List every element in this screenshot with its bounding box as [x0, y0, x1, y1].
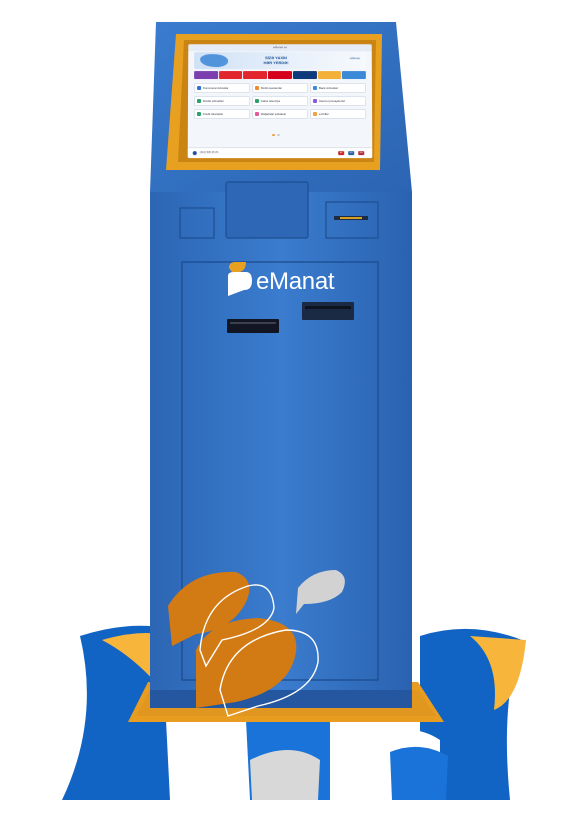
service-tile[interactable]: Mobil operatorlar — [252, 83, 308, 94]
provider-logo[interactable] — [268, 71, 292, 80]
credit-icon — [196, 112, 201, 117]
screen-bottombar: (012) 505 25 25 AZ RU EN — [187, 147, 373, 159]
screen-topbar: eManat.az — [188, 44, 372, 52]
service-tile-label: Kommunal xidmətlər — [203, 86, 229, 91]
brand-name: eManat — [256, 268, 335, 295]
page-dot[interactable] — [271, 134, 275, 137]
service-tile[interactable]: Mağazalar şəbəkəsi — [251, 108, 309, 120]
gov-icon — [196, 99, 202, 103]
page-indicator — [271, 134, 280, 137]
support-phone: (012) 505 25 25 — [199, 151, 219, 155]
provider-logo[interactable] — [218, 71, 243, 80]
banner-text: SİZƏ YAXIN HƏR YERDƏ! — [246, 55, 306, 65]
provider-strip — [194, 71, 366, 80]
service-tile-label: Mağazalar şəbəkəsi — [260, 112, 286, 117]
provider-logo[interactable] — [194, 71, 218, 80]
service-tile[interactable]: Kabel televiziya — [251, 96, 309, 106]
provider-logo[interactable] — [292, 71, 317, 80]
service-tile[interactable]: İnternet provayderləri — [309, 96, 367, 106]
service-tile-label: Mobil operatorlar — [261, 86, 282, 91]
cash-slot-right — [302, 302, 354, 320]
service-tile[interactable]: Kredit ödənişləri — [193, 108, 250, 120]
provider-logo[interactable] — [243, 71, 268, 80]
service-tile[interactable]: Bank xidmətləri — [309, 83, 366, 94]
service-tile[interactable]: Dövlət xidmətləri — [193, 96, 251, 106]
phone-icon — [255, 86, 260, 91]
service-tile[interactable]: Kommunal xidmətlər — [194, 83, 251, 94]
printer-module — [225, 181, 309, 239]
service-tile-label: Bank xidmətləri — [318, 86, 339, 91]
globe-icon — [312, 99, 318, 103]
bank-icon — [312, 86, 317, 91]
service-grid: Kommunal xidmətlər Mobil operatorlar Bank … — [193, 83, 367, 120]
promo-banner[interactable]: SİZƏ YAXIN HƏR YERDƏ! eManat — [194, 52, 366, 70]
service-tile[interactable]: e-Pullar — [310, 108, 367, 120]
house-icon — [197, 86, 202, 91]
banner-line-2: HƏR YERDƏ! — [263, 60, 289, 66]
store-icon — [254, 112, 259, 117]
info-icon[interactable] — [192, 151, 197, 156]
service-tile-label: Dövlət xidmətləri — [202, 99, 224, 103]
kiosk-screen: eManat.az SİZƏ YAXIN HƏR YERDƏ! eManat K… — [187, 44, 373, 159]
provider-logo[interactable] — [342, 71, 366, 80]
lang-ru-button[interactable]: RU — [348, 151, 355, 156]
lang-az-button[interactable]: AZ — [338, 151, 345, 156]
cash-slot-left — [227, 319, 279, 333]
page-dot[interactable] — [276, 134, 280, 137]
provider-logo[interactable] — [317, 71, 342, 80]
lang-en-button[interactable]: EN — [358, 151, 365, 156]
service-tile-label: İnternet provayderləri — [318, 99, 346, 103]
banner-logo: eManat — [349, 56, 360, 61]
azerbaijan-map-icon — [200, 54, 229, 68]
service-tile-label: Kredit ödənişləri — [202, 112, 224, 117]
wallet-icon — [313, 112, 318, 117]
tv-icon — [254, 99, 260, 103]
service-tile-label: Kabel televiziya — [260, 99, 281, 103]
service-tile-label: e-Pullar — [319, 112, 329, 117]
